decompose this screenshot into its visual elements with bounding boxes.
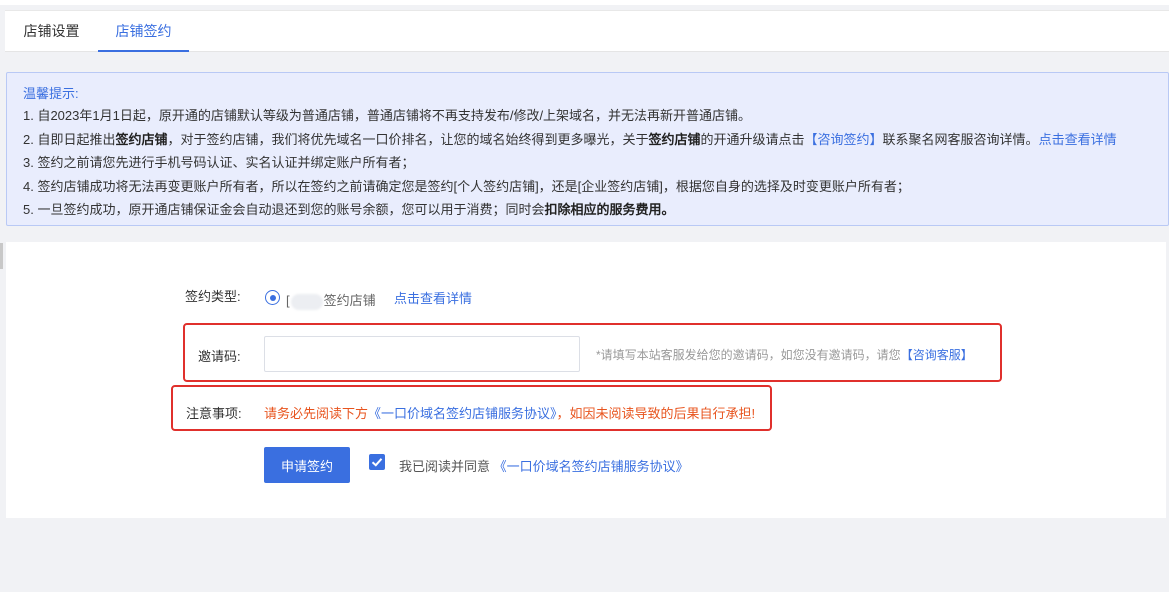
consult-signing-link[interactable]: 【咨询签约】 bbox=[805, 132, 883, 147]
note-text: 请务必先阅读下方 bbox=[264, 406, 369, 421]
consult-service-link[interactable]: 【咨询客服】 bbox=[901, 348, 973, 362]
sign-type-suffix: 签约店铺 bbox=[323, 293, 376, 308]
top-strip bbox=[0, 0, 1169, 5]
invite-hint: *请填写本站客服发给您的邀请码，如您没有邀请码，请您【咨询客服】 bbox=[596, 346, 973, 363]
sign-type-label: 签约类型: bbox=[185, 289, 241, 304]
notice-text: 5. 一旦签约成功，原开通店铺保证金会自动退还到您的账号余额，您可以用于消费；同… bbox=[23, 202, 545, 217]
notice-panel: 温馨提示: 1. 自2023年1月1日起，原开通的店铺默认等级为普通店铺，普通店… bbox=[6, 72, 1169, 226]
scroll-handle[interactable] bbox=[0, 243, 3, 269]
sign-type-radio[interactable] bbox=[265, 290, 280, 305]
note-text: ，如因未阅读导致的后果自行承担! bbox=[556, 406, 756, 421]
notice-line-3: 3. 签约之前请您先进行手机号码认证、实名认证并绑定账户所有者； bbox=[23, 155, 415, 170]
note-warning: 请务必先阅读下方《一口价域名签约店铺服务协议》，如因未阅读导致的后果自行承担! bbox=[264, 403, 755, 422]
notice-bold: 签约店铺 bbox=[648, 131, 701, 147]
notice-text: 2. 自即日起推出 bbox=[23, 131, 116, 147]
notice-title: 温馨提示: bbox=[23, 86, 79, 101]
agreement-link[interactable]: 《一口价域名签约店铺服务协议》 bbox=[494, 459, 689, 474]
agree-label: 我已阅读并同意 bbox=[399, 459, 491, 474]
notice-detail-link[interactable]: 点击查看详情 bbox=[1039, 132, 1117, 147]
notice-line-2: 2. 自即日起推出签约店铺，对于签约店铺，我们将优先域名一口价排名，让您的域名始… bbox=[23, 128, 1168, 152]
notice-text: 的开通升级请点击 bbox=[700, 131, 805, 147]
tab-store-settings[interactable]: 店铺设置 bbox=[5, 11, 98, 52]
notice-text: 联系聚名网客服咨询详情。 bbox=[882, 131, 1039, 147]
notice-line-1: 1. 自2023年1月1日起，原开通的店铺默认等级为普通店铺，普通店铺将不再支持… bbox=[23, 108, 752, 123]
invite-hint-text: *请填写本站客服发给您的邀请码，如您没有邀请码，请您 bbox=[596, 348, 901, 362]
notice-line-4: 4. 签约店铺成功将无法再变更账户所有者，所以在签约之前请确定您是签约[个人签约… bbox=[23, 178, 910, 194]
notice-line-5: 5. 一旦签约成功，原开通店铺保证金会自动退还到您的账号余额，您可以用于消费；同… bbox=[23, 198, 1168, 222]
agree-text: 我已阅读并同意 《一口价域名签约店铺服务协议》 bbox=[399, 456, 689, 475]
agree-checkbox[interactable] bbox=[369, 454, 385, 470]
signing-form-card: 签约类型: [ 签约店铺 点击查看详情 邀请码: *请填写本站客服发给您的邀请码，… bbox=[6, 242, 1166, 518]
tab-bar: 店铺设置 店铺签约 bbox=[5, 10, 1169, 52]
tab-store-signing[interactable]: 店铺签约 bbox=[98, 11, 189, 52]
notice-bold: 签约店铺 bbox=[115, 131, 168, 147]
check-icon bbox=[371, 458, 383, 467]
invite-code-input[interactable] bbox=[264, 336, 580, 372]
sign-type-prefix: [ bbox=[286, 293, 290, 308]
invite-label: 邀请码: bbox=[198, 349, 241, 364]
notice-bold: 扣除相应的服务费用。 bbox=[544, 202, 675, 217]
sign-type-detail-link[interactable]: 点击查看详情 bbox=[394, 288, 472, 307]
sign-type-option-label[interactable]: [ 签约店铺 bbox=[286, 290, 376, 310]
note-agreement-link[interactable]: 《一口价域名签约店铺服务协议》 bbox=[368, 406, 557, 421]
notice-text: ，对于签约店铺，我们将优先域名一口价排名，让您的域名始终得到更多曝光，关于 bbox=[167, 131, 649, 147]
note-label: 注意事项: bbox=[186, 406, 242, 421]
redacted-text bbox=[290, 293, 323, 310]
apply-signing-button[interactable]: 申请签约 bbox=[264, 447, 350, 483]
